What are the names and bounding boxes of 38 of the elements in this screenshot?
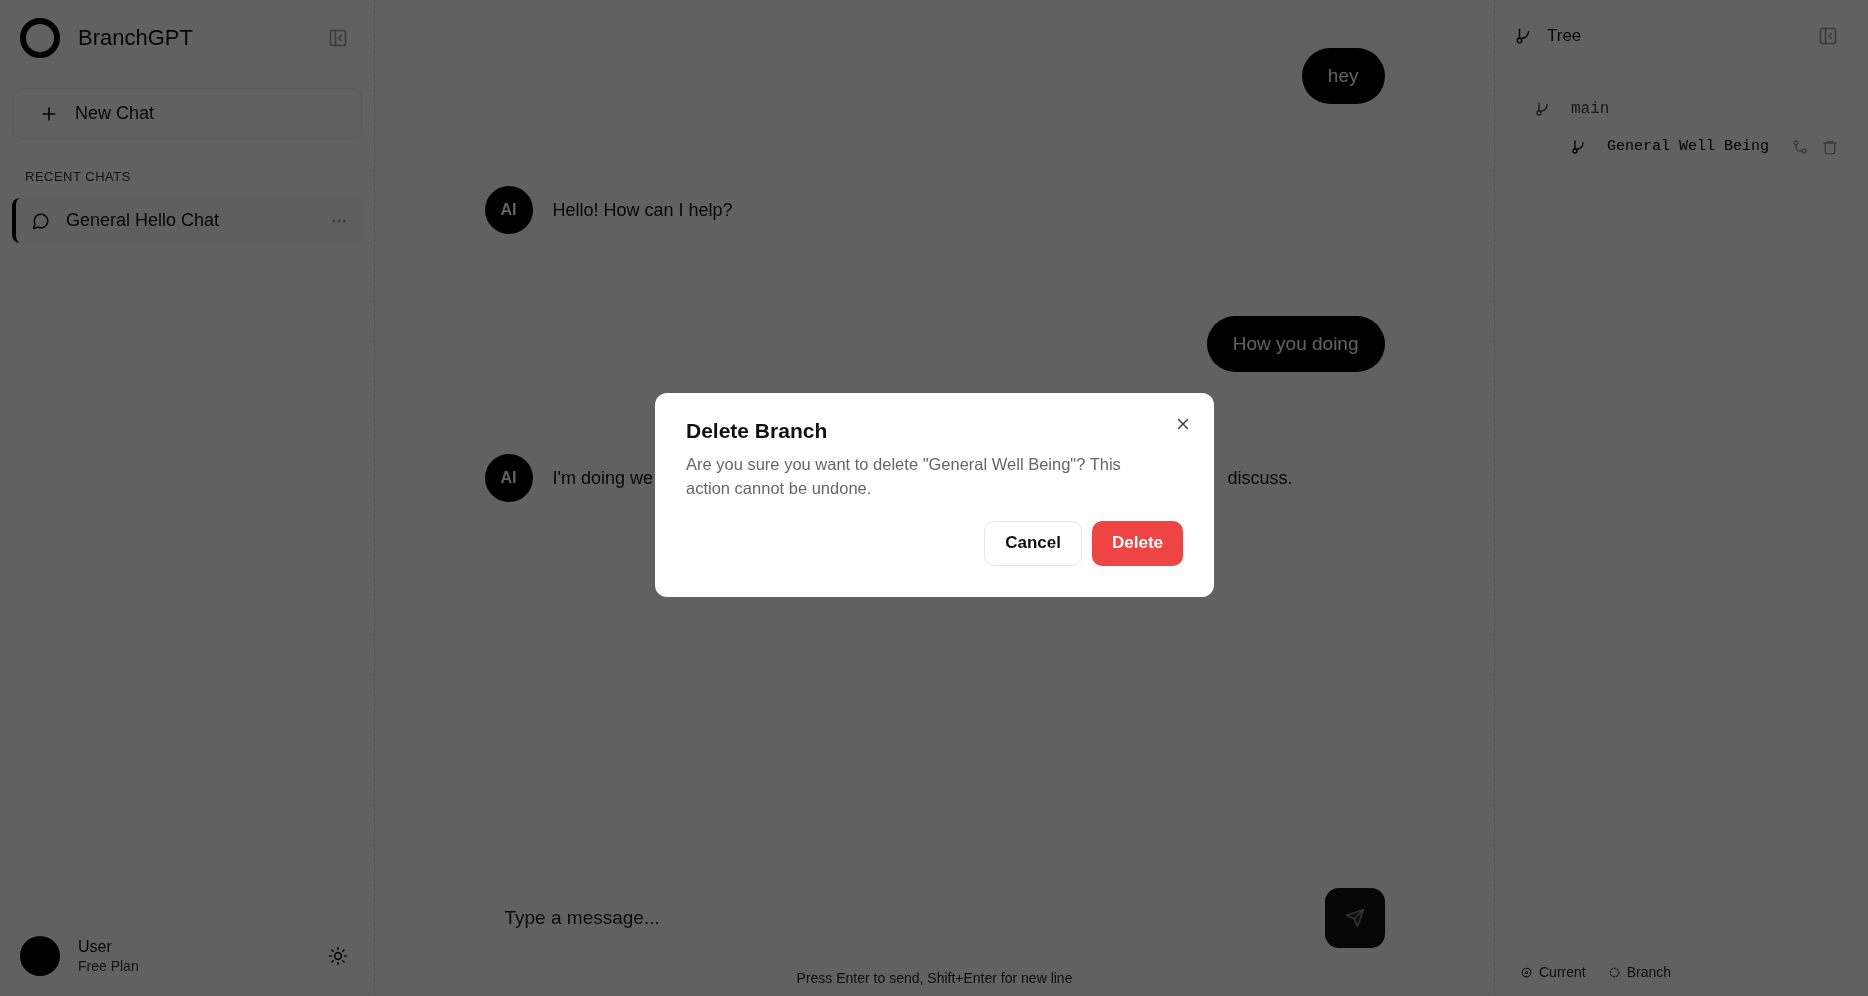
assistant-message-text: discuss. xyxy=(1227,467,1293,489)
new-chat-button[interactable]: New Chat xyxy=(12,88,362,139)
trash-icon[interactable] xyxy=(1822,138,1838,155)
branch-icon xyxy=(1535,101,1551,117)
panel-title: Tree xyxy=(1547,26,1582,46)
dialog-message: Are you sure you want to delete "General Well Being"? This action cannot be undone. xyxy=(686,454,1122,499)
legend-label: Branch xyxy=(1626,964,1672,980)
input-hint: Press Enter to send, Shift+Enter for new line xyxy=(795,970,1074,986)
user-message-bubble: hey xyxy=(1301,48,1385,104)
send-icon xyxy=(1344,908,1365,928)
assistant-avatar: AI xyxy=(484,454,533,502)
message-input[interactable]: Type a message... xyxy=(484,893,1313,943)
dashed-circle-icon xyxy=(1607,965,1621,979)
send-button[interactable] xyxy=(1324,888,1385,948)
tree-node[interactable]: main xyxy=(1535,90,1838,128)
collapse-panel-icon[interactable] xyxy=(1818,26,1838,46)
assistant-message-text: I'm doing we xyxy=(552,467,653,489)
branch-fork-icon[interactable] xyxy=(1792,138,1808,155)
chat-bubble-icon xyxy=(32,211,50,230)
logo-ring xyxy=(20,18,60,58)
tree-node[interactable]: General Well Being xyxy=(1571,128,1838,165)
sun-icon[interactable] xyxy=(328,946,348,966)
assistant-message-text: Hello! How can I help? xyxy=(552,199,733,221)
user-plan: Free Plan xyxy=(78,958,140,974)
dialog-title: Delete Branch xyxy=(686,419,829,443)
branch-icon xyxy=(1571,138,1587,155)
circle-dot-icon xyxy=(1520,965,1533,979)
user-name: User xyxy=(78,938,113,956)
delete-button[interactable]: Delete xyxy=(1091,520,1183,566)
user-avatar xyxy=(20,936,60,976)
collapse-sidebar-icon[interactable] xyxy=(328,28,348,48)
assistant-avatar: AI xyxy=(484,186,533,234)
legend-label: Current xyxy=(1539,964,1586,980)
user-message-bubble: How you doing xyxy=(1206,316,1385,372)
section-label: RECENT CHATS xyxy=(25,169,132,184)
app-title: BranchGPT xyxy=(78,25,193,51)
cancel-button[interactable]: Cancel xyxy=(984,520,1082,566)
chat-title: General Hello Chat xyxy=(66,210,221,231)
